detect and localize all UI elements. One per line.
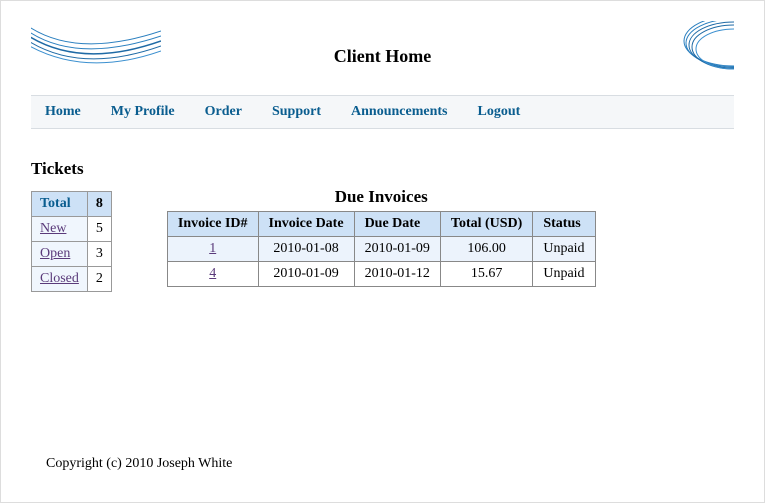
nav-order[interactable]: Order <box>205 104 242 120</box>
ticket-row: Closed 2 <box>32 267 112 292</box>
invoice-date: 2010-01-08 <box>258 237 354 262</box>
wave-left-icon <box>31 21 161 81</box>
invoice-total: 15.67 <box>440 262 532 287</box>
invoices-table: Invoice ID# Invoice Date Due Date Total … <box>167 211 596 287</box>
invoice-row: 4 2010-01-09 2010-01-12 15.67 Unpaid <box>167 262 595 287</box>
invoice-row: 1 2010-01-08 2010-01-09 106.00 Unpaid <box>167 237 595 262</box>
wave-right-icon <box>624 21 734 81</box>
nav-announcements[interactable]: Announcements <box>351 104 447 120</box>
header: Client Home <box>31 21 734 91</box>
nav-bar: Home My Profile Order Support Announceme… <box>31 95 734 129</box>
ticket-row: Open 3 <box>32 242 112 267</box>
invoice-due: 2010-01-12 <box>354 262 440 287</box>
col-due-date: Due Date <box>354 212 440 237</box>
ticket-link-new[interactable]: New <box>40 221 66 236</box>
invoices-section: Due Invoices Invoice ID# Invoice Date Du… <box>167 187 596 292</box>
col-invoice-date: Invoice Date <box>258 212 354 237</box>
ticket-link-open[interactable]: Open <box>40 246 70 261</box>
nav-my-profile[interactable]: My Profile <box>111 104 175 120</box>
ticket-count: 2 <box>87 267 111 292</box>
page-title: Client Home <box>334 46 431 67</box>
tickets-total-count: 8 <box>87 192 111 217</box>
invoice-link[interactable]: 4 <box>209 266 216 281</box>
invoice-total: 106.00 <box>440 237 532 262</box>
tickets-table: Total 8 New 5 Open 3 Closed 2 <box>31 191 112 292</box>
invoice-status: Unpaid <box>533 237 595 262</box>
ticket-link-closed[interactable]: Closed <box>40 271 79 286</box>
ticket-count: 5 <box>87 217 111 242</box>
col-status: Status <box>533 212 595 237</box>
nav-home[interactable]: Home <box>45 104 81 120</box>
invoices-heading: Due Invoices <box>167 187 596 207</box>
tickets-section: Tickets Total 8 New 5 Open 3 Closed 2 <box>31 159 112 292</box>
content: Tickets Total 8 New 5 Open 3 Closed 2 Du… <box>31 159 734 292</box>
tickets-heading: Tickets <box>31 159 112 179</box>
footer-copyright: Copyright (c) 2010 Joseph White <box>46 456 232 472</box>
ticket-row: New 5 <box>32 217 112 242</box>
nav-logout[interactable]: Logout <box>477 104 520 120</box>
col-invoice-id: Invoice ID# <box>167 212 258 237</box>
invoice-status: Unpaid <box>533 262 595 287</box>
invoice-date: 2010-01-09 <box>258 262 354 287</box>
nav-support[interactable]: Support <box>272 104 321 120</box>
col-total: Total (USD) <box>440 212 532 237</box>
ticket-count: 3 <box>87 242 111 267</box>
invoice-link[interactable]: 1 <box>209 241 216 256</box>
tickets-total-label: Total <box>32 192 88 217</box>
invoice-due: 2010-01-09 <box>354 237 440 262</box>
